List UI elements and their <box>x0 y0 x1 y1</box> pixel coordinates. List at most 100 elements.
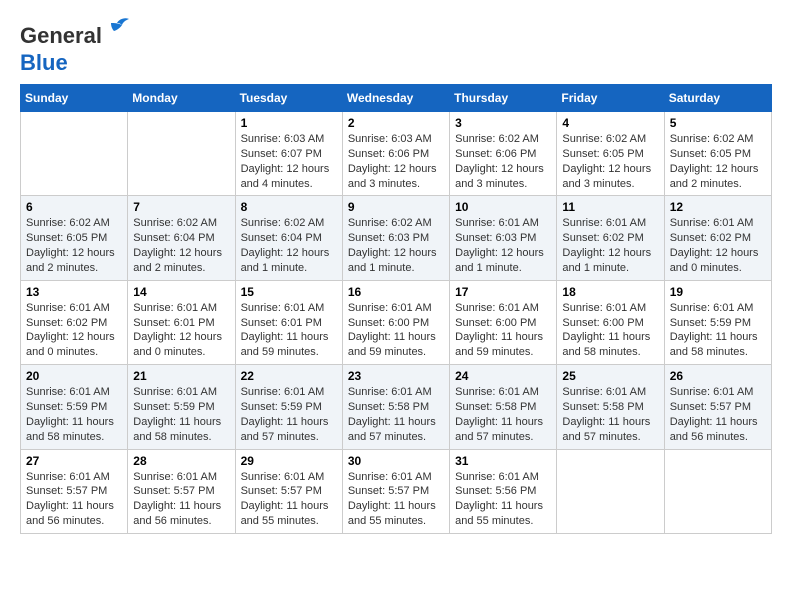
day-number: 17 <box>455 285 551 299</box>
calendar-cell: 4 Sunrise: 6:02 AM Sunset: 6:05 PM Daylig… <box>557 112 664 196</box>
calendar-cell: 30 Sunrise: 6:01 AM Sunset: 5:57 PM Dayli… <box>342 449 449 533</box>
calendar-header-row: SundayMondayTuesdayWednesdayThursdayFrid… <box>21 85 772 112</box>
day-number: 27 <box>26 454 122 468</box>
cell-content: Sunrise: 6:01 AM Sunset: 5:59 PM Dayligh… <box>670 301 766 360</box>
day-number: 8 <box>241 200 337 214</box>
cell-content: Sunrise: 6:01 AM Sunset: 6:01 PM Dayligh… <box>133 301 229 360</box>
calendar-cell: 26 Sunrise: 6:01 AM Sunset: 5:57 PM Dayli… <box>664 365 771 449</box>
day-number: 18 <box>562 285 658 299</box>
cell-content: Sunrise: 6:02 AM Sunset: 6:04 PM Dayligh… <box>133 216 229 275</box>
calendar-header-thursday: Thursday <box>450 85 557 112</box>
day-number: 5 <box>670 116 766 130</box>
calendar-week-4: 20 Sunrise: 6:01 AM Sunset: 5:59 PM Dayli… <box>21 365 772 449</box>
calendar-cell <box>664 449 771 533</box>
cell-content: Sunrise: 6:01 AM Sunset: 5:56 PM Dayligh… <box>455 470 551 529</box>
calendar-header-wednesday: Wednesday <box>342 85 449 112</box>
day-number: 2 <box>348 116 444 130</box>
cell-content: Sunrise: 6:01 AM Sunset: 5:57 PM Dayligh… <box>133 470 229 529</box>
day-number: 3 <box>455 116 551 130</box>
calendar-cell: 6Sunrise: 6:02 AM Sunset: 6:05 PM Daylig… <box>21 196 128 280</box>
calendar-cell: 17 Sunrise: 6:01 AM Sunset: 6:00 PM Dayli… <box>450 280 557 364</box>
day-number: 1 <box>241 116 337 130</box>
calendar-week-5: 27 Sunrise: 6:01 AM Sunset: 5:57 PM Dayli… <box>21 449 772 533</box>
calendar-cell: 14 Sunrise: 6:01 AM Sunset: 6:01 PM Dayli… <box>128 280 235 364</box>
day-number: 24 <box>455 369 551 383</box>
day-number: 30 <box>348 454 444 468</box>
calendar-header-saturday: Saturday <box>664 85 771 112</box>
day-number: 10 <box>455 200 551 214</box>
calendar-cell: 29Sunrise: 6:01 AM Sunset: 5:57 PM Dayli… <box>235 449 342 533</box>
calendar-week-3: 13 Sunrise: 6:01 AM Sunset: 6:02 PM Dayli… <box>21 280 772 364</box>
calendar-cell <box>128 112 235 196</box>
cell-content: Sunrise: 6:01 AM Sunset: 6:00 PM Dayligh… <box>562 301 658 360</box>
calendar-cell: 10 Sunrise: 6:01 AM Sunset: 6:03 PM Dayli… <box>450 196 557 280</box>
cell-content: Sunrise: 6:01 AM Sunset: 5:58 PM Dayligh… <box>562 385 658 444</box>
day-number: 20 <box>26 369 122 383</box>
day-number: 26 <box>670 369 766 383</box>
day-number: 7 <box>133 200 229 214</box>
calendar-cell: 25 Sunrise: 6:01 AM Sunset: 5:58 PM Dayli… <box>557 365 664 449</box>
calendar-cell: 27 Sunrise: 6:01 AM Sunset: 5:57 PM Dayli… <box>21 449 128 533</box>
day-number: 28 <box>133 454 229 468</box>
calendar-cell: 23 Sunrise: 6:01 AM Sunset: 5:58 PM Dayli… <box>342 365 449 449</box>
cell-content: Sunrise: 6:02 AM Sunset: 6:05 PM Dayligh… <box>562 132 658 191</box>
calendar-cell: 18 Sunrise: 6:01 AM Sunset: 6:00 PM Dayli… <box>557 280 664 364</box>
calendar-cell: 9 Sunrise: 6:02 AM Sunset: 6:03 PM Daylig… <box>342 196 449 280</box>
calendar-header-monday: Monday <box>128 85 235 112</box>
calendar-cell <box>557 449 664 533</box>
calendar-cell: 31 Sunrise: 6:01 AM Sunset: 5:56 PM Dayli… <box>450 449 557 533</box>
cell-content: Sunrise: 6:01 AM Sunset: 5:57 PM Dayligh… <box>348 470 444 529</box>
day-number: 25 <box>562 369 658 383</box>
calendar-cell: 19 Sunrise: 6:01 AM Sunset: 5:59 PM Dayli… <box>664 280 771 364</box>
calendar-table: SundayMondayTuesdayWednesdayThursdayFrid… <box>20 84 772 534</box>
cell-content: Sunrise: 6:01 AM Sunset: 5:57 PM Dayligh… <box>670 385 766 444</box>
calendar-cell <box>21 112 128 196</box>
cell-content: Sunrise: 6:01 AM Sunset: 5:59 PM Dayligh… <box>133 385 229 444</box>
cell-content: Sunrise: 6:01 AM Sunset: 6:02 PM Dayligh… <box>26 301 122 360</box>
day-number: 19 <box>670 285 766 299</box>
day-number: 14 <box>133 285 229 299</box>
cell-content: Sunrise: 6:03 AM Sunset: 6:07 PM Dayligh… <box>241 132 337 191</box>
day-number: 9 <box>348 200 444 214</box>
cell-content: Sunrise: 6:01 AM Sunset: 6:03 PM Dayligh… <box>455 216 551 275</box>
cell-content: Sunrise: 6:02 AM Sunset: 6:06 PM Dayligh… <box>455 132 551 191</box>
calendar-cell: 22 Sunrise: 6:01 AM Sunset: 5:59 PM Dayli… <box>235 365 342 449</box>
calendar-header-friday: Friday <box>557 85 664 112</box>
cell-content: Sunrise: 6:03 AM Sunset: 6:06 PM Dayligh… <box>348 132 444 191</box>
cell-content: Sunrise: 6:01 AM Sunset: 5:59 PM Dayligh… <box>241 385 337 444</box>
calendar-cell: 12 Sunrise: 6:01 AM Sunset: 6:02 PM Dayli… <box>664 196 771 280</box>
calendar-cell: 3 Sunrise: 6:02 AM Sunset: 6:06 PM Daylig… <box>450 112 557 196</box>
page-header: General Blue <box>20 20 772 74</box>
calendar-week-2: 6Sunrise: 6:02 AM Sunset: 6:05 PM Daylig… <box>21 196 772 280</box>
cell-content: Sunrise: 6:01 AM Sunset: 5:57 PM Dayligh… <box>26 470 122 529</box>
day-number: 16 <box>348 285 444 299</box>
day-number: 13 <box>26 285 122 299</box>
calendar-cell: 13 Sunrise: 6:01 AM Sunset: 6:02 PM Dayli… <box>21 280 128 364</box>
cell-content: Sunrise: 6:01 AM Sunset: 6:00 PM Dayligh… <box>455 301 551 360</box>
cell-content: Sunrise: 6:02 AM Sunset: 6:03 PM Dayligh… <box>348 216 444 275</box>
cell-content: Sunrise: 6:01 AM Sunset: 6:02 PM Dayligh… <box>670 216 766 275</box>
calendar-cell: 5 Sunrise: 6:02 AM Sunset: 6:05 PM Daylig… <box>664 112 771 196</box>
day-number: 4 <box>562 116 658 130</box>
cell-content: Sunrise: 6:01 AM Sunset: 6:02 PM Dayligh… <box>562 216 658 275</box>
cell-content: Sunrise: 6:01 AM Sunset: 5:58 PM Dayligh… <box>348 385 444 444</box>
calendar-cell: 8Sunrise: 6:02 AM Sunset: 6:04 PM Daylig… <box>235 196 342 280</box>
logo: General Blue <box>20 20 102 74</box>
calendar-cell: 24Sunrise: 6:01 AM Sunset: 5:58 PM Dayli… <box>450 365 557 449</box>
calendar-week-1: 1 Sunrise: 6:03 AM Sunset: 6:07 PM Daylig… <box>21 112 772 196</box>
cell-content: Sunrise: 6:01 AM Sunset: 5:57 PM Dayligh… <box>241 470 337 529</box>
day-number: 31 <box>455 454 551 468</box>
day-number: 22 <box>241 369 337 383</box>
cell-content: Sunrise: 6:01 AM Sunset: 6:01 PM Dayligh… <box>241 301 337 360</box>
cell-content: Sunrise: 6:01 AM Sunset: 6:00 PM Dayligh… <box>348 301 444 360</box>
day-number: 15 <box>241 285 337 299</box>
cell-content: Sunrise: 6:02 AM Sunset: 6:05 PM Dayligh… <box>26 216 122 275</box>
calendar-cell: 1 Sunrise: 6:03 AM Sunset: 6:07 PM Daylig… <box>235 112 342 196</box>
day-number: 11 <box>562 200 658 214</box>
day-number: 23 <box>348 369 444 383</box>
calendar-cell: 20Sunrise: 6:01 AM Sunset: 5:59 PM Dayli… <box>21 365 128 449</box>
day-number: 12 <box>670 200 766 214</box>
calendar-cell: 16 Sunrise: 6:01 AM Sunset: 6:00 PM Dayli… <box>342 280 449 364</box>
calendar-cell: 28 Sunrise: 6:01 AM Sunset: 5:57 PM Dayli… <box>128 449 235 533</box>
cell-content: Sunrise: 6:02 AM Sunset: 6:05 PM Dayligh… <box>670 132 766 191</box>
